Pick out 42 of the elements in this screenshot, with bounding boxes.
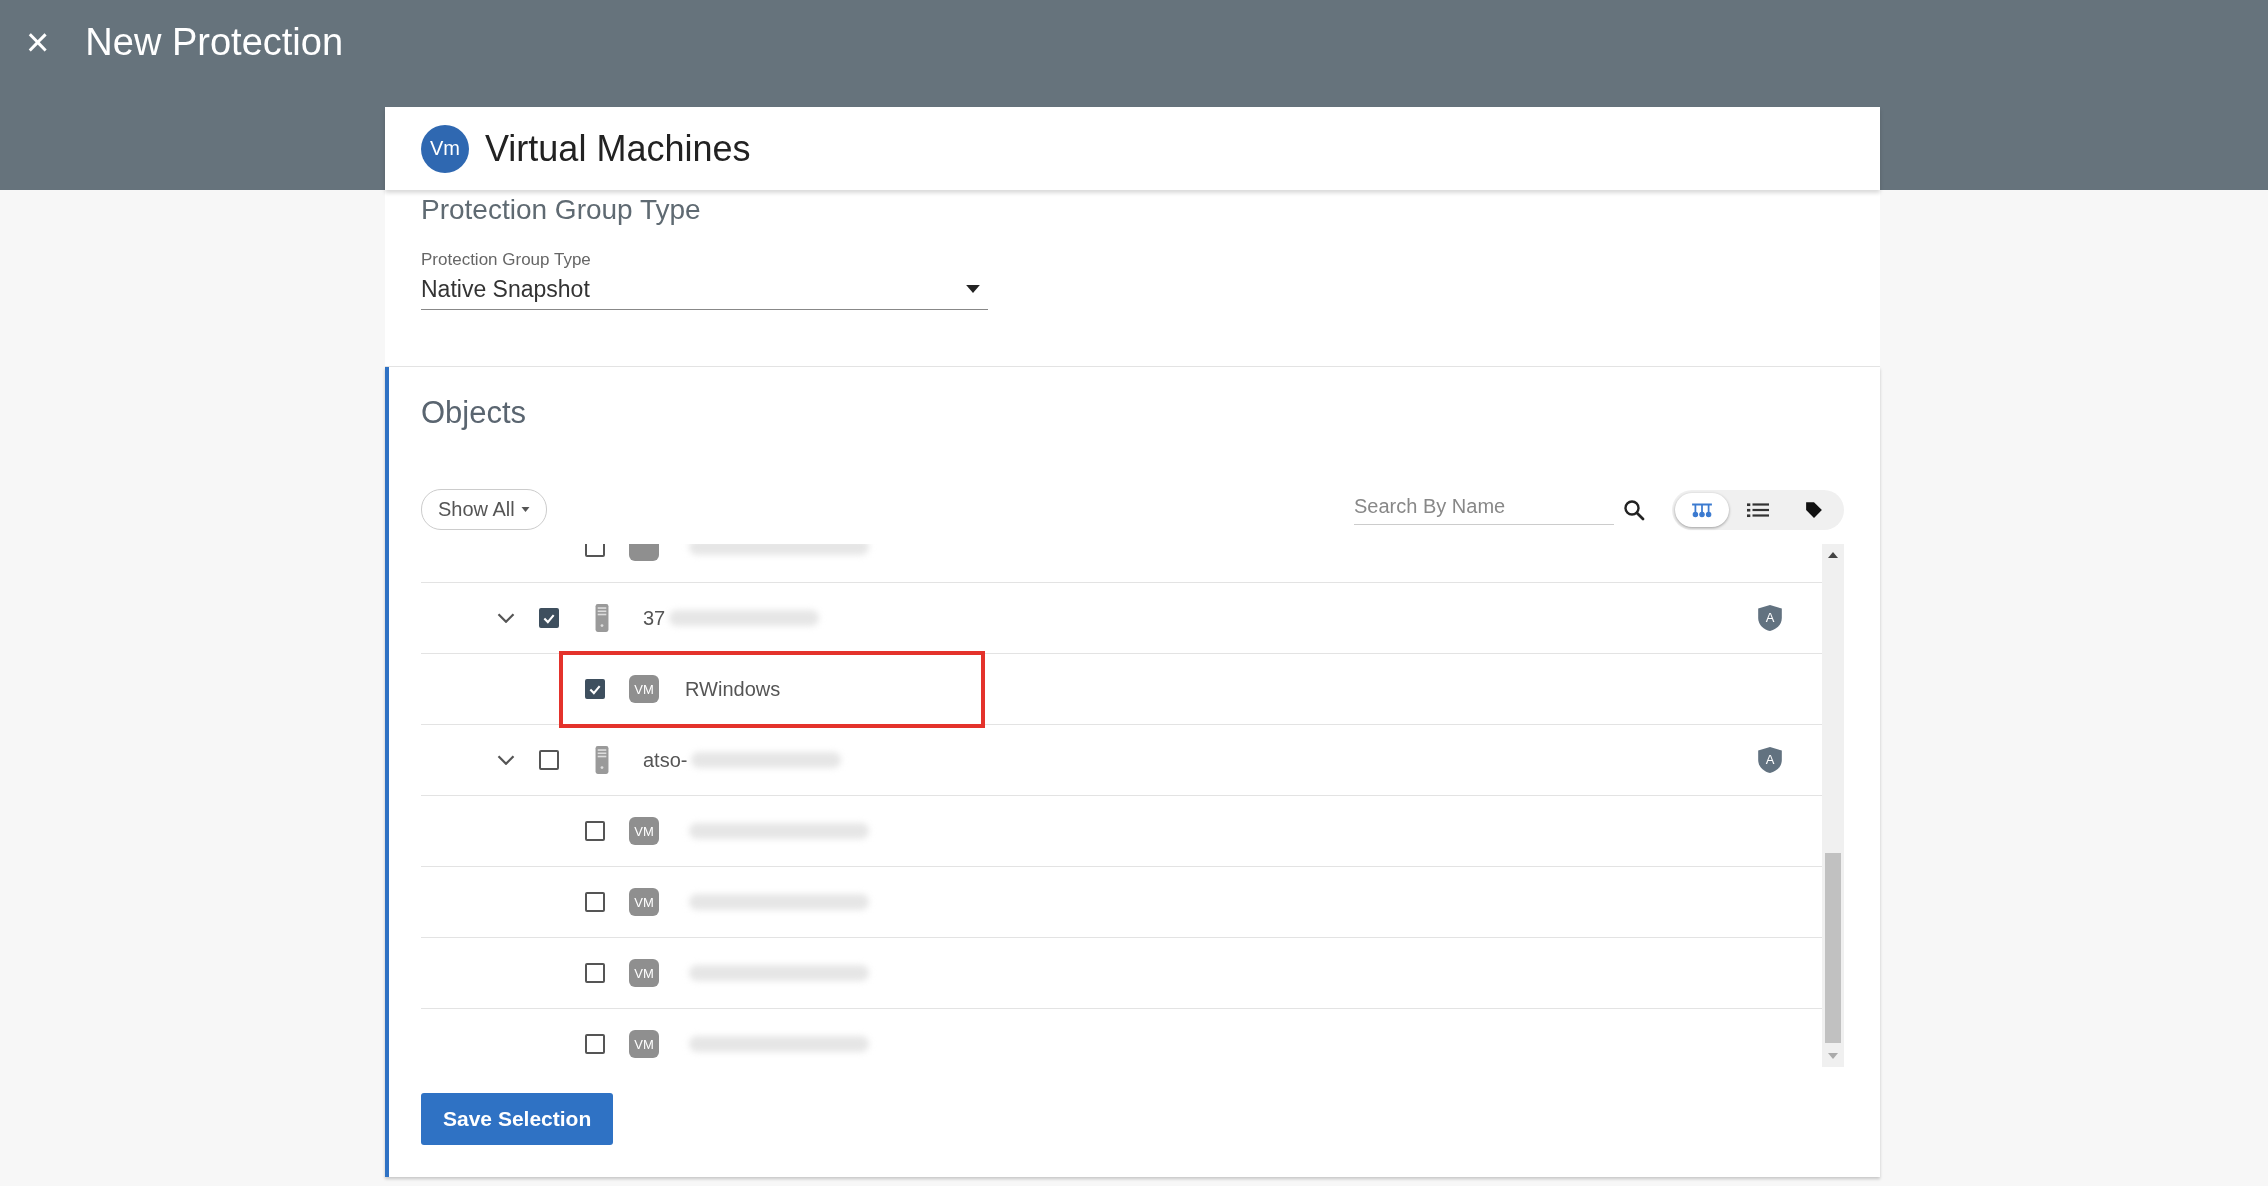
filter-dropdown[interactable]: Show All bbox=[421, 489, 547, 530]
save-selection-button[interactable]: Save Selection bbox=[421, 1093, 614, 1145]
caret-icon bbox=[966, 285, 980, 293]
objects-title: Objects bbox=[421, 394, 528, 431]
server-icon bbox=[595, 604, 609, 632]
tree-row[interactable]: atso- A bbox=[421, 725, 1822, 796]
close-button[interactable]: × bbox=[20, 22, 56, 62]
server-icon bbox=[595, 746, 609, 774]
tree-row[interactable]: VM RWindows bbox=[421, 654, 1822, 725]
scrollbar-thumb[interactable] bbox=[1825, 853, 1841, 1043]
checkbox[interactable] bbox=[585, 821, 605, 841]
checkbox[interactable] bbox=[539, 750, 559, 770]
chevron-down-icon[interactable] bbox=[497, 613, 515, 623]
group-type-dropdown[interactable]: Protection Group Type Native Snapshot bbox=[421, 250, 988, 310]
source-title: Virtual Machines bbox=[485, 127, 751, 170]
object-name[interactable]: atso- bbox=[643, 748, 688, 772]
list-icon bbox=[1747, 501, 1769, 518]
vm-icon: VM bbox=[629, 817, 659, 845]
object-name[interactable]: RWindows bbox=[685, 677, 781, 701]
checkbox[interactable] bbox=[585, 963, 605, 983]
caret-icon bbox=[520, 507, 530, 512]
page-title: New Protection bbox=[85, 20, 344, 64]
checkbox[interactable] bbox=[585, 892, 605, 912]
checkbox[interactable] bbox=[539, 608, 559, 628]
tree-view-button[interactable] bbox=[1675, 492, 1729, 527]
checkbox[interactable] bbox=[585, 1034, 605, 1054]
checkbox[interactable] bbox=[585, 679, 605, 699]
search-icon bbox=[1622, 497, 1646, 522]
chevron-down-icon[interactable] bbox=[497, 755, 515, 765]
vm-icon: VM bbox=[629, 888, 659, 916]
tree-row[interactable]: 37 A bbox=[421, 583, 1822, 654]
section-title: Protection Group Type bbox=[421, 194, 701, 225]
shield-icon: A bbox=[1758, 747, 1782, 773]
vm-icon: VM bbox=[629, 959, 659, 987]
vm-icon: VM bbox=[629, 675, 659, 703]
tag-icon bbox=[1805, 500, 1823, 519]
vm-icon: VM bbox=[629, 1030, 659, 1058]
vm-badge-icon: Vm bbox=[421, 124, 469, 173]
hierarchy-icon bbox=[1691, 501, 1713, 518]
scroll-up-icon[interactable] bbox=[1828, 552, 1838, 558]
object-name[interactable]: 37 bbox=[643, 606, 666, 630]
shield-icon: A bbox=[1758, 605, 1782, 631]
